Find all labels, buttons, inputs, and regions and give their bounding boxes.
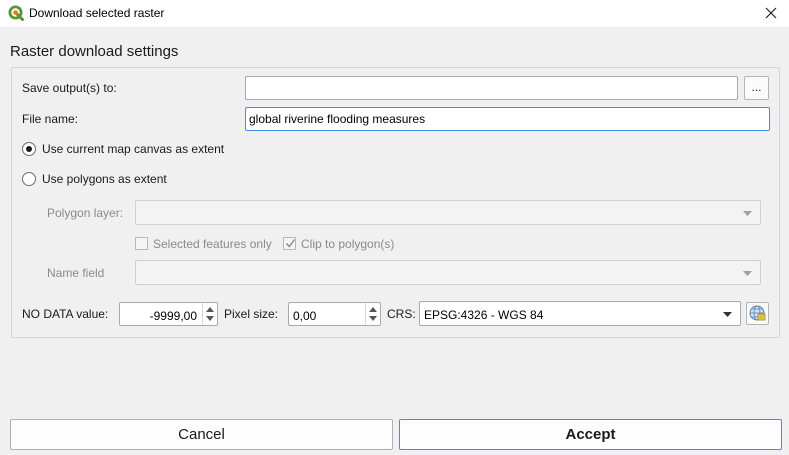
pixel-size-label: Pixel size: [224, 307, 279, 321]
selected-features-checkbox[interactable] [135, 237, 148, 250]
pixel-size-value: 0,00 [293, 309, 317, 323]
extent-polygons-label[interactable]: Use polygons as extent [42, 172, 167, 186]
close-icon [765, 7, 777, 19]
pixel-size-spinbox[interactable]: 0,00 [288, 302, 381, 326]
name-field-label: Name field [47, 266, 105, 280]
qgis-logo-icon [8, 5, 24, 21]
spin-down-icon[interactable] [369, 316, 377, 321]
title-bar: Download selected raster [0, 0, 789, 27]
file-name-label: File name: [22, 112, 79, 126]
no-data-value: -9999,00 [149, 309, 197, 323]
crs-combo[interactable]: EPSG:4326 - WGS 84 [419, 301, 741, 326]
radio-selected-dot [26, 146, 32, 152]
name-field-combo[interactable] [135, 260, 761, 285]
chevron-down-icon [723, 312, 732, 317]
globe-crs-icon [749, 305, 766, 321]
spin-up-icon[interactable] [206, 307, 214, 312]
checkmark-icon [285, 239, 296, 248]
crs-selector-button[interactable] [746, 302, 769, 325]
chevron-down-icon [743, 271, 752, 276]
browse-button[interactable]: ... [744, 76, 769, 100]
file-name-input[interactable] [245, 107, 770, 131]
clip-to-polygon-checkbox[interactable] [283, 237, 296, 250]
selected-features-label: Selected features only [153, 237, 272, 251]
extent-canvas-radio[interactable] [22, 142, 36, 156]
spin-arrows[interactable] [365, 303, 380, 325]
polygon-layer-label: Polygon layer: [47, 206, 124, 220]
close-button[interactable] [753, 0, 789, 27]
save-output-label: Save output(s) to: [22, 81, 117, 95]
section-title: Raster download settings [10, 43, 179, 60]
chevron-down-icon [743, 211, 752, 216]
polygon-layer-combo[interactable] [135, 200, 761, 225]
accept-button[interactable]: Accept [399, 419, 782, 450]
extent-canvas-label[interactable]: Use current map canvas as extent [42, 142, 224, 156]
clip-to-polygon-label: Clip to polygon(s) [301, 237, 395, 251]
crs-value: EPSG:4326 - WGS 84 [424, 308, 544, 322]
save-output-input[interactable] [245, 76, 738, 100]
window-title: Download selected raster [29, 6, 165, 20]
cancel-button[interactable]: Cancel [10, 419, 393, 450]
spin-arrows[interactable] [202, 303, 217, 325]
crs-label: CRS: [387, 307, 416, 321]
no-data-label: NO DATA value: [22, 307, 109, 321]
no-data-spinbox[interactable]: -9999,00 [119, 302, 218, 326]
extent-polygons-radio[interactable] [22, 172, 36, 186]
spin-down-icon[interactable] [206, 316, 214, 321]
spin-up-icon[interactable] [369, 307, 377, 312]
